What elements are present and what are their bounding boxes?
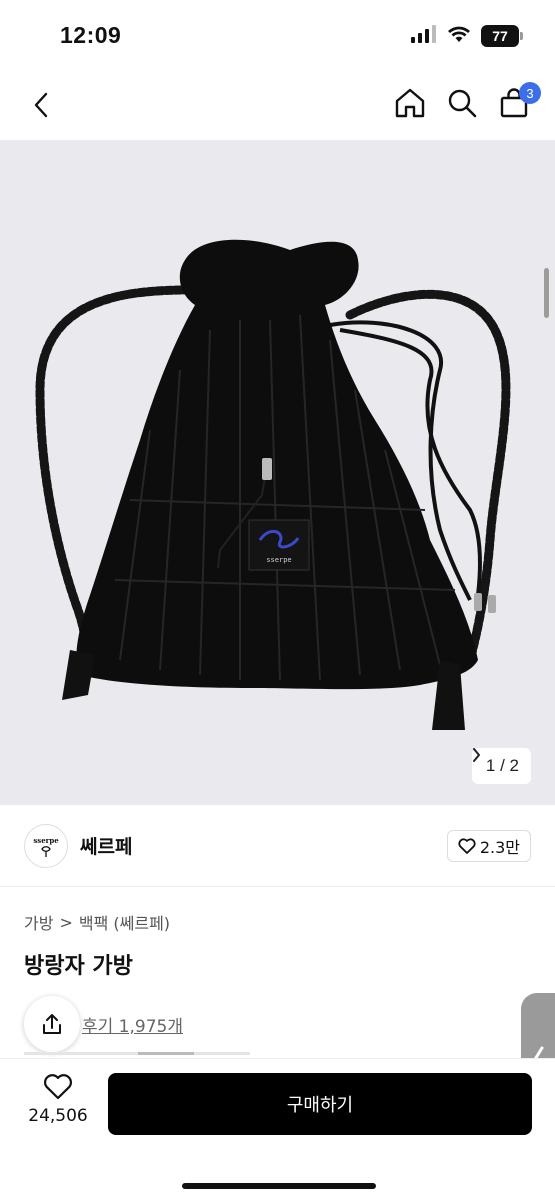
shop-logo-text: sserpe bbox=[33, 836, 59, 845]
shop-row[interactable]: sserpe 쎄르페 2.3만 bbox=[0, 805, 555, 887]
tab-strip-active bbox=[138, 1052, 194, 1055]
cart-badge: 3 bbox=[519, 82, 541, 104]
heart-icon bbox=[458, 837, 476, 854]
page-indicator[interactable]: 1 / 2 bbox=[471, 748, 531, 784]
status-bar: 12:09 77 bbox=[0, 0, 555, 70]
breadcrumb-subcategory[interactable]: 백팩 (쎄르페) bbox=[79, 910, 170, 934]
search-icon bbox=[448, 89, 477, 118]
bottom-action-bar: 24,506 구매하기 bbox=[0, 1058, 555, 1200]
shop-like-button[interactable]: 2.3만 bbox=[446, 829, 531, 862]
review-row: 후기 1,975개 bbox=[24, 996, 183, 1052]
back-icon bbox=[34, 92, 48, 118]
page-indicator-text: 1 / 2 bbox=[485, 756, 519, 775]
search-button[interactable] bbox=[445, 86, 479, 120]
product-title: 방랑자 가방 bbox=[24, 954, 133, 979]
scrollbar[interactable] bbox=[544, 268, 549, 318]
home-button[interactable] bbox=[393, 86, 427, 120]
chevron-right-icon bbox=[472, 748, 480, 762]
signal-icon bbox=[411, 25, 437, 47]
buy-button[interactable]: 구매하기 bbox=[108, 1073, 532, 1135]
back-button[interactable] bbox=[26, 88, 56, 122]
share-button[interactable] bbox=[24, 996, 80, 1052]
product-label-text: sserpe bbox=[266, 556, 291, 564]
product-image-gallery[interactable]: sserpe 1 / 2 bbox=[0, 140, 555, 805]
status-time: 12:09 bbox=[60, 22, 122, 48]
status-indicators: 77 bbox=[411, 25, 523, 47]
home-indicator bbox=[182, 1183, 376, 1189]
breadcrumb-category[interactable]: 가방 bbox=[24, 910, 53, 934]
nav-bar: 3 bbox=[0, 70, 555, 140]
battery-indicator: 77 bbox=[481, 25, 523, 47]
breadcrumb: 가방 > 백팩 (쎄르페) bbox=[24, 910, 170, 934]
nav-actions: 3 bbox=[393, 82, 541, 120]
cart-button[interactable]: 3 bbox=[497, 82, 541, 120]
product-image: sserpe bbox=[35, 239, 511, 730]
wifi-icon bbox=[447, 25, 471, 47]
wish-count: 24,506 bbox=[28, 1106, 88, 1126]
tab-strip bbox=[24, 1052, 250, 1055]
shop-name[interactable]: 쎄르페 bbox=[80, 832, 132, 859]
shop-logo[interactable]: sserpe bbox=[24, 823, 68, 868]
wish-button[interactable]: 24,506 bbox=[22, 1073, 94, 1126]
review-link[interactable]: 후기 1,975개 bbox=[82, 1012, 183, 1037]
shop-like-count: 2.3만 bbox=[479, 837, 520, 857]
heart-icon bbox=[44, 1074, 72, 1100]
share-icon bbox=[43, 1014, 61, 1034]
home-icon bbox=[395, 88, 425, 118]
breadcrumb-separator: > bbox=[59, 912, 73, 932]
